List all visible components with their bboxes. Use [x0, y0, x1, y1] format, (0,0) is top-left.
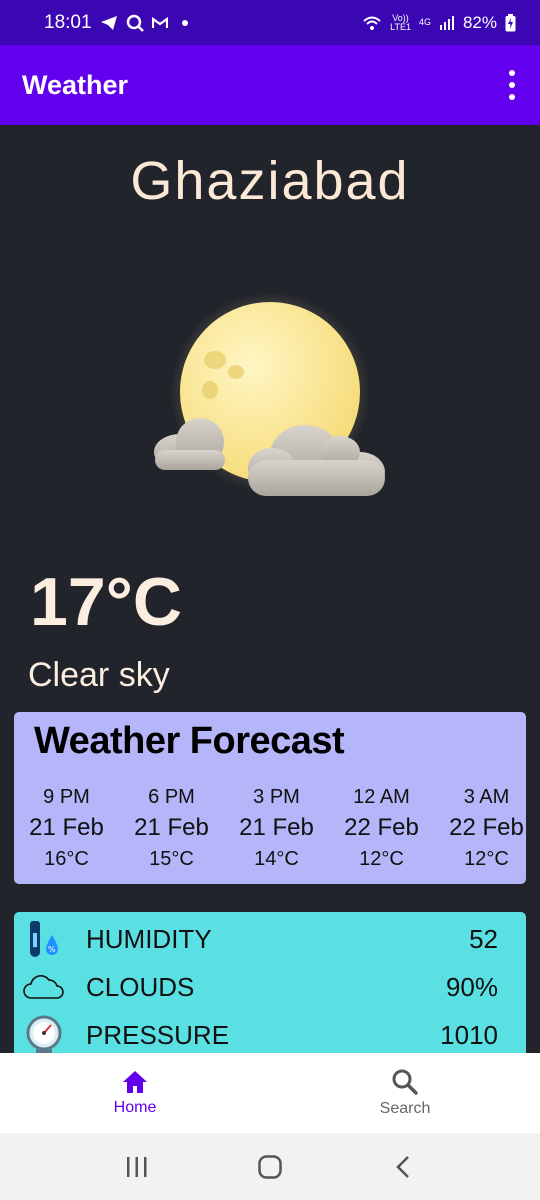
humidity-icon: % [22, 917, 66, 961]
cloud-icon [22, 965, 66, 1009]
signal-icon [439, 15, 454, 30]
telegram-icon [100, 15, 117, 30]
forecast-time: 6 PM [148, 786, 195, 808]
status-time: 18:01 [44, 11, 92, 33]
forecast-date: 21 Feb [239, 814, 314, 841]
battery-percent: 82% [462, 12, 497, 32]
detail-row-pressure: PRESSURE 1010 [14, 1013, 526, 1053]
forecast-item: 6 PM 21 Feb 15°C [119, 786, 224, 871]
status-bar: 18:01 Vo)) LTE1 4G 82% [0, 0, 540, 45]
more-options-icon[interactable] [506, 70, 518, 100]
back-icon [396, 1155, 410, 1178]
moon-cloud-icon [154, 292, 385, 496]
search-icon [392, 1069, 418, 1095]
forecast-list[interactable]: 9 PM 21 Feb 16°C 6 PM 21 Feb 15°C 3 PM 2… [14, 786, 526, 871]
details-card: % HUMIDITY 52 CLOUDS 90% PRESSURE 1010 [14, 912, 526, 1053]
home-circle-icon [258, 1154, 282, 1179]
recent-apps-button[interactable] [107, 1147, 167, 1187]
forecast-temp: 14°C [254, 848, 299, 870]
detail-value: 52 [469, 923, 498, 954]
forecast-item: 9 PM 21 Feb 16°C [14, 786, 119, 871]
app-title: Weather [22, 69, 129, 100]
forecast-item: 3 PM 21 Feb 14°C [224, 786, 329, 871]
detail-label: PRESSURE [86, 1019, 230, 1050]
nav-search-label: Search [379, 1100, 431, 1117]
forecast-date: 22 Feb [344, 814, 419, 841]
lte-label: LTE1 [390, 21, 411, 32]
recent-apps-icon [126, 1156, 147, 1177]
battery-charging-icon [505, 13, 516, 31]
system-navigation-bar [0, 1133, 540, 1200]
volte-indicator: Vo)) LTE1 [390, 13, 411, 32]
detail-row-humidity: % HUMIDITY 52 [14, 917, 526, 961]
detail-row-clouds: CLOUDS 90% [14, 965, 526, 1009]
detail-label: CLOUDS [86, 971, 195, 1002]
pressure-gauge-icon [22, 1013, 66, 1053]
detail-value: 90% [445, 971, 498, 1002]
forecast-time: 12 AM [353, 786, 410, 808]
search-notification-icon [126, 14, 144, 32]
back-button[interactable] [373, 1147, 433, 1187]
detail-value: 1010 [440, 1019, 498, 1050]
svg-text:%: % [48, 945, 56, 954]
forecast-temp: 16°C [44, 848, 89, 870]
gmail-icon [151, 16, 168, 28]
home-icon [123, 1071, 147, 1093]
forecast-title: Weather Forecast [34, 720, 345, 762]
nav-search[interactable]: Search [270, 1053, 540, 1133]
bottom-navigation: Home Search [0, 1053, 540, 1133]
current-temperature: 17°C [30, 564, 182, 640]
forecast-temp: 12°C [359, 848, 404, 870]
nav-home-label: Home [113, 1099, 157, 1116]
forecast-item: 12 AM 22 Feb 12°C [329, 786, 434, 871]
home-button[interactable] [240, 1147, 300, 1187]
city-name: Ghaziabad [130, 151, 410, 211]
weather-description: Clear sky [28, 656, 170, 694]
forecast-temp: 15°C [149, 848, 194, 870]
network-type: 4G [418, 17, 431, 27]
forecast-item: 3 AM 22 Feb 12°C [434, 786, 526, 871]
forecast-time: 3 AM [463, 786, 510, 808]
notification-dot-icon [181, 19, 188, 26]
forecast-temp: 12°C [464, 848, 509, 870]
forecast-date: 21 Feb [29, 814, 104, 841]
nav-home[interactable]: Home [0, 1053, 270, 1133]
wifi-icon [363, 16, 381, 30]
forecast-date: 22 Feb [449, 814, 524, 841]
detail-label: HUMIDITY [86, 923, 212, 954]
forecast-time: 9 PM [43, 786, 90, 808]
app-bar: Weather [0, 45, 540, 125]
forecast-date: 21 Feb [134, 814, 209, 841]
forecast-card: Weather Forecast 9 PM 21 Feb 16°C 6 PM 2… [14, 712, 526, 884]
forecast-time: 3 PM [253, 786, 300, 808]
